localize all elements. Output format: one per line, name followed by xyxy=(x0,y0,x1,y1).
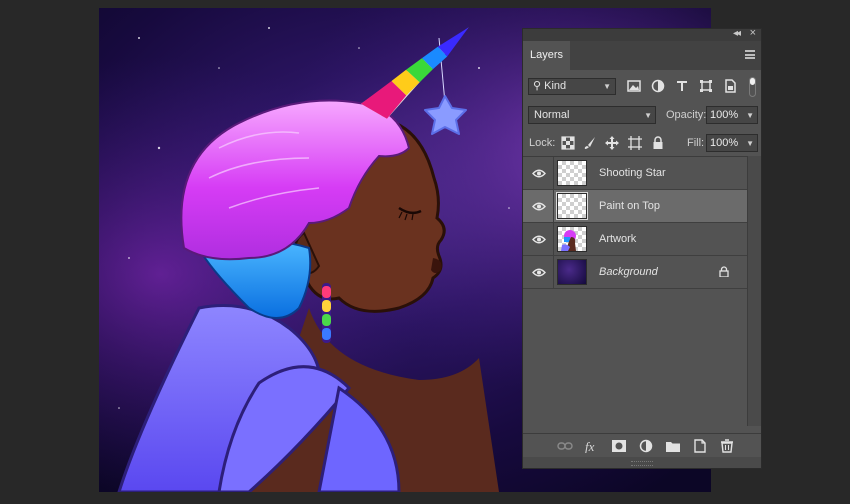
shape-filter-icon[interactable] xyxy=(699,79,713,93)
grip-handle[interactable] xyxy=(631,461,653,466)
layer-row-background[interactable]: Background xyxy=(523,256,747,289)
lock-transparent-pixels-icon[interactable] xyxy=(561,136,575,150)
layer-row-shooting-star[interactable]: Shooting Star xyxy=(523,157,747,190)
new-group-icon[interactable] xyxy=(665,439,681,453)
close-panel-icon[interactable]: × xyxy=(750,27,756,39)
visibility-toggle[interactable] xyxy=(523,190,554,222)
layer-thumbnail[interactable] xyxy=(557,226,587,252)
layer-thumbnail[interactable] xyxy=(557,160,587,186)
panel-resize-grip[interactable] xyxy=(523,457,761,468)
layer-name[interactable]: Artwork xyxy=(599,233,636,245)
panel-title-bar[interactable]: ◂◂ × xyxy=(523,27,761,41)
lock-position-icon[interactable] xyxy=(605,136,619,150)
adjustment-layer-icon[interactable] xyxy=(638,439,654,453)
lock-artboard-icon[interactable] xyxy=(628,136,642,150)
type-filter-icon[interactable] xyxy=(675,79,689,93)
layer-row-paint-on-top[interactable]: Paint on Top xyxy=(523,190,747,223)
eye-icon xyxy=(532,202,546,211)
fx-icon[interactable]: fx xyxy=(584,439,600,453)
panel-menu-icon[interactable] xyxy=(745,50,755,59)
fill-label: Fill: xyxy=(687,137,705,149)
lock-image-pixels-icon[interactable] xyxy=(583,136,597,150)
lock-label: Lock: xyxy=(529,137,556,149)
fill-value: 100% xyxy=(710,137,739,149)
layers-panel: ◂◂ × Layers ⚲ Kind ▼ Normal ▼ Opacity: 1… xyxy=(522,27,762,469)
tab-layers[interactable]: Layers xyxy=(523,41,570,70)
chevron-down-icon: ▼ xyxy=(603,82,611,91)
visibility-toggle[interactable] xyxy=(523,157,554,189)
layer-filter-row: ⚲ Kind ▼ xyxy=(523,77,761,99)
layer-name[interactable]: Paint on Top xyxy=(599,200,660,212)
blend-mode-select[interactable]: Normal ▼ xyxy=(528,106,656,124)
layers-list: Shooting Star Paint on Top Artwork Backg… xyxy=(523,156,747,427)
filter-toggle-switch[interactable] xyxy=(749,77,756,97)
fill-field[interactable]: 100% ▼ xyxy=(706,134,758,152)
layer-row-artwork[interactable]: Artwork xyxy=(523,223,747,256)
delete-layer-icon[interactable] xyxy=(719,439,735,453)
opacity-value: 100% xyxy=(710,109,739,121)
eye-icon xyxy=(532,268,546,277)
blend-mode-value: Normal xyxy=(534,109,570,121)
opacity-label: Opacity: xyxy=(666,109,707,121)
layer-thumbnail[interactable] xyxy=(556,192,588,220)
visibility-toggle[interactable] xyxy=(523,256,554,288)
svg-text:fx: fx xyxy=(585,439,595,453)
magnifier-icon: ⚲ xyxy=(533,80,542,92)
panel-tab-bar: Layers xyxy=(523,41,761,70)
eye-icon xyxy=(532,169,546,178)
smart-object-filter-icon[interactable] xyxy=(723,79,737,93)
lock-fill-row: Lock: Fill: 100% ▼ xyxy=(523,133,761,155)
layer-lock-icon xyxy=(719,266,729,277)
layer-thumbnail[interactable] xyxy=(557,259,587,285)
blend-opacity-row: Normal ▼ Opacity: 100% ▼ xyxy=(523,106,761,126)
chevron-down-icon: ▼ xyxy=(644,111,652,120)
collapse-panel-icon[interactable]: ◂◂ xyxy=(733,28,741,39)
opacity-field[interactable]: 100% ▼ xyxy=(706,106,758,124)
chevron-down-icon[interactable]: ▼ xyxy=(746,108,754,124)
lock-all-icon[interactable] xyxy=(651,136,665,150)
kind-filter-select[interactable]: ⚲ Kind ▼ xyxy=(528,78,616,95)
add-mask-icon[interactable] xyxy=(611,439,627,453)
visibility-toggle[interactable] xyxy=(523,223,554,255)
eye-icon xyxy=(532,235,546,244)
image-filter-icon[interactable] xyxy=(627,79,641,93)
chevron-down-icon[interactable]: ▼ xyxy=(746,136,754,152)
link-layers-icon[interactable] xyxy=(557,439,573,453)
layer-name[interactable]: Shooting Star xyxy=(599,167,666,179)
layers-bottom-toolbar: fx xyxy=(523,433,761,458)
layers-scrollbar[interactable] xyxy=(747,156,761,426)
adjustment-filter-icon[interactable] xyxy=(651,79,665,93)
kind-filter-label: Kind xyxy=(544,80,567,92)
new-layer-icon[interactable] xyxy=(692,439,708,453)
layer-name[interactable]: Background xyxy=(599,266,658,278)
artwork-thumbnail-image xyxy=(561,230,576,251)
